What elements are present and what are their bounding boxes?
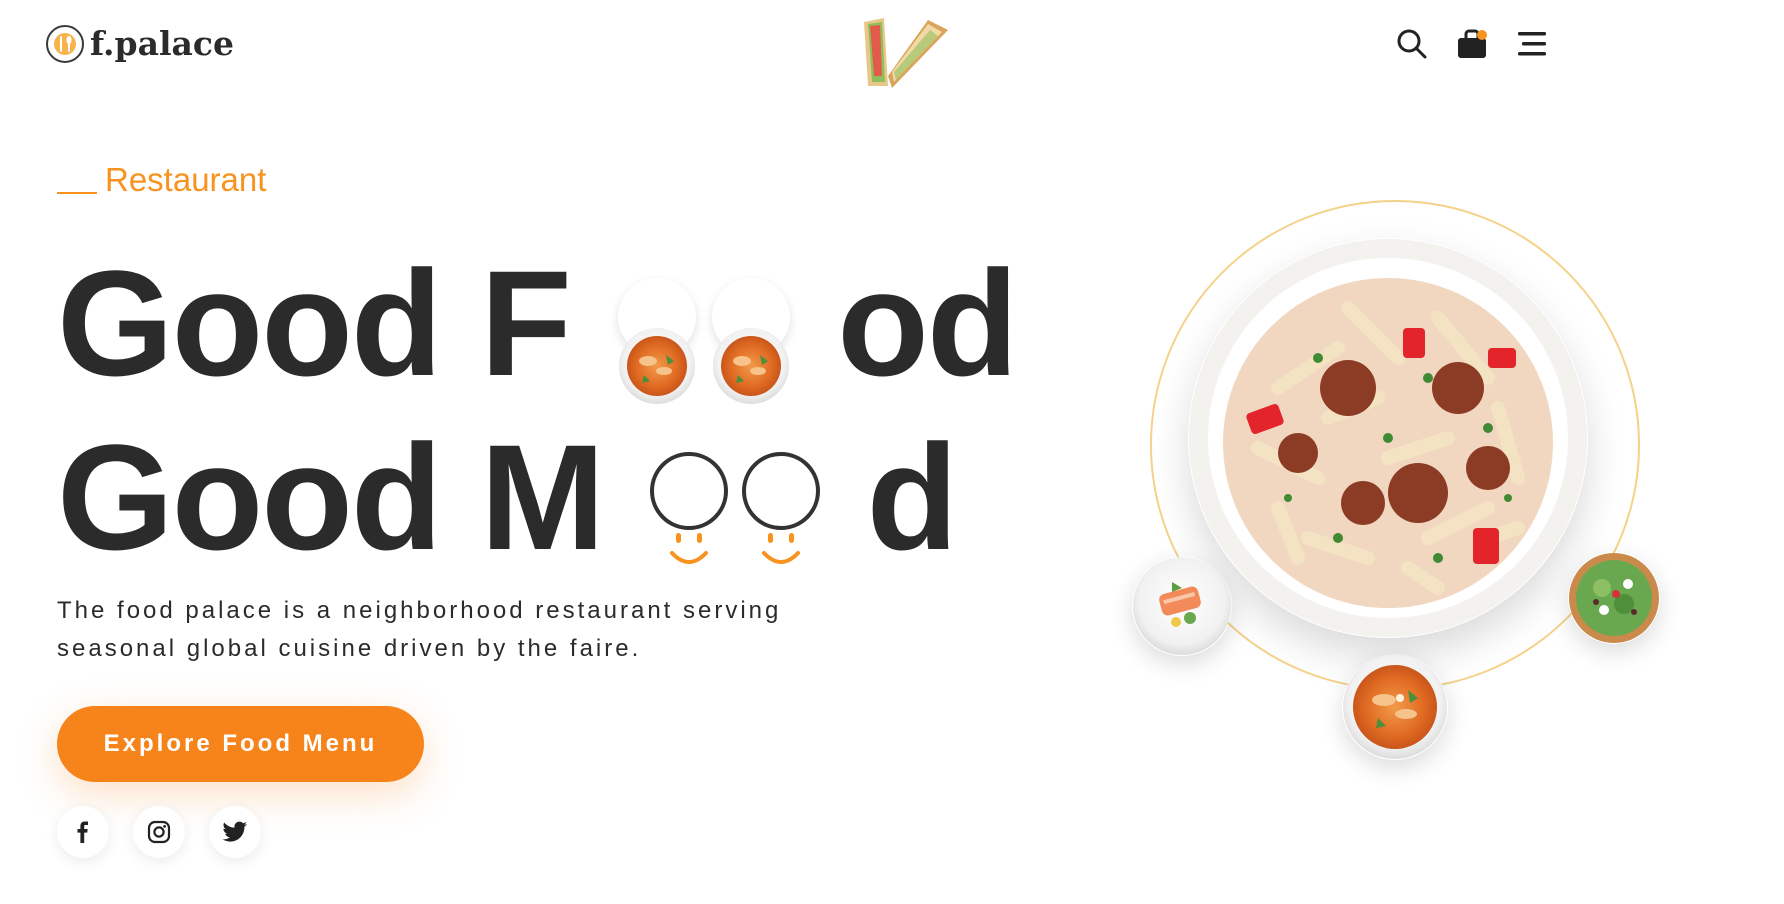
instagram-icon[interactable] (133, 806, 185, 858)
twitter-icon[interactable] (209, 806, 261, 858)
brand-name: f.palace (90, 24, 234, 63)
search-icon[interactable] (1392, 24, 1432, 64)
smiley-letter-o-2 (741, 452, 820, 565)
dish-letter-o-1 (618, 278, 696, 405)
brand-logo[interactable]: f.palace (46, 24, 234, 63)
dish-letter-o-2 (712, 278, 790, 405)
headline-line-2-start: Good M (57, 413, 605, 582)
social-links (57, 806, 261, 858)
headline-line-1-end: od (837, 239, 1018, 408)
cart-icon[interactable] (1452, 24, 1492, 64)
eyebrow-label: Restaurant (105, 161, 267, 198)
headline-line-1: Good F od (57, 236, 1019, 408)
facebook-icon[interactable] (57, 806, 109, 858)
eyebrow: Restaurant (57, 160, 266, 200)
cart-badge-dot (1477, 30, 1487, 40)
sandwich-image (858, 16, 954, 90)
explore-food-menu-button[interactable]: Explore Food Menu (57, 706, 424, 782)
salmon-plate-image (1132, 556, 1232, 656)
headline-line-2: Good M d (57, 410, 959, 582)
pasta-bowl-image (1188, 238, 1588, 638)
soup-plate-image (1342, 654, 1448, 760)
headline-line-2-end: d (866, 413, 959, 582)
eyebrow-line (57, 192, 97, 194)
menu-icon[interactable] (1512, 24, 1552, 64)
salad-bowl-image (1568, 552, 1660, 644)
hero-description: The food palace is a neighborhood restau… (57, 597, 782, 662)
headline-line-1-start: Good F (57, 239, 572, 408)
fork-spoon-icon (46, 24, 84, 63)
smiley-letter-o-1 (649, 452, 728, 565)
